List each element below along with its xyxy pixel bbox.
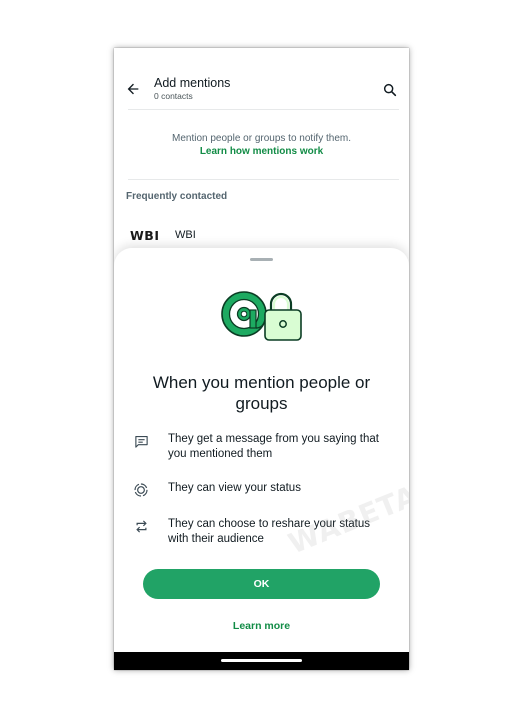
section-header: Frequently contacted [126, 191, 228, 202]
feature-text: They can choose to reshare your status w… [168, 518, 370, 545]
arrow-back-icon [127, 83, 139, 95]
sheet-title: When you mention people or groups [152, 373, 371, 413]
learn-more-link[interactable]: Learn more [114, 620, 409, 632]
feature-text: They can view your status [168, 482, 301, 494]
system-nav-bar [114, 652, 409, 670]
search-icon [383, 83, 397, 97]
divider [128, 179, 399, 180]
bottom-sheet: When you mention people or groups They g… [114, 248, 409, 652]
message-icon [134, 435, 148, 448]
phone-screen: Add mentions 0 contacts Mention people o… [114, 48, 409, 670]
reshare-icon [135, 519, 147, 533]
learn-mentions-link[interactable]: Learn how mentions work [114, 145, 409, 158]
info-text: Mention people or groups to notify them. [172, 133, 351, 144]
feature-text: They get a message from you saying that … [168, 433, 379, 460]
drag-handle[interactable] [250, 258, 273, 261]
app-bar: Add mentions 0 contacts [114, 48, 409, 110]
page-title: Add mentions [154, 76, 231, 90]
status-icon [134, 483, 148, 497]
back-button[interactable] [122, 78, 144, 100]
feature-reshare: They can choose to reshare your status w… [132, 517, 392, 549]
title-block: Add mentions 0 contacts [154, 76, 230, 102]
contact-avatar: WBI [130, 228, 160, 243]
ok-button[interactable]: OK [143, 569, 380, 599]
contacts-count: 0 contacts [154, 91, 193, 101]
home-gesture-pill[interactable] [221, 659, 302, 662]
feature-status: They can view your status [132, 481, 392, 513]
search-button[interactable] [379, 79, 401, 101]
at-sign-lock-icon [221, 291, 302, 341]
feature-message: They get a message from you saying that … [132, 432, 392, 464]
divider [128, 109, 399, 110]
contact-name: WBI [175, 229, 196, 241]
mentions-info: Mention people or groups to notify them.… [114, 132, 409, 158]
